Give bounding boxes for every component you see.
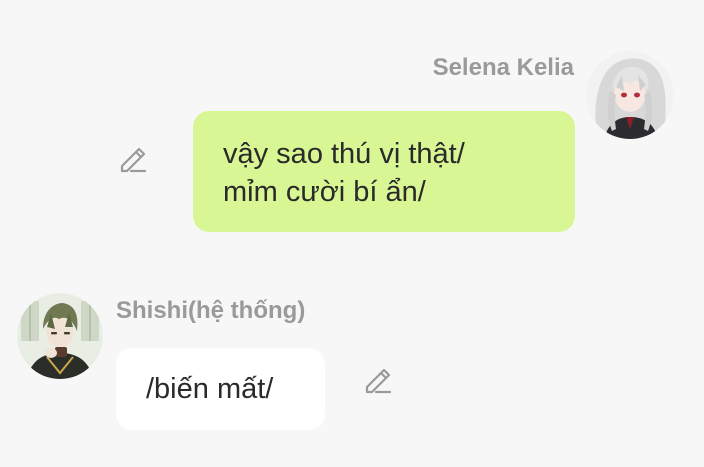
message-bubble[interactable]: vậy sao thú vị thật/ mỉm cười bí ẩn/ bbox=[193, 111, 575, 232]
sender-name[interactable]: Shishi(hệ thống) bbox=[116, 297, 305, 325]
message-text-line: vậy sao thú vị thật/ bbox=[223, 138, 465, 170]
message-text-line: mỉm cười bí ẩn/ bbox=[223, 176, 426, 208]
message-bubble[interactable]: /biến mất/ bbox=[116, 348, 325, 430]
anime-girl-avatar-icon bbox=[586, 51, 674, 139]
pencil-edit-icon[interactable] bbox=[362, 364, 394, 396]
message-text-line: /biến mất/ bbox=[146, 373, 274, 405]
sender-avatar[interactable] bbox=[17, 293, 103, 379]
anime-boy-avatar-icon bbox=[17, 293, 103, 379]
sender-name[interactable]: Selena Kelia bbox=[433, 54, 574, 82]
pencil-edit-icon[interactable] bbox=[117, 143, 149, 175]
sender-avatar[interactable] bbox=[586, 51, 674, 139]
